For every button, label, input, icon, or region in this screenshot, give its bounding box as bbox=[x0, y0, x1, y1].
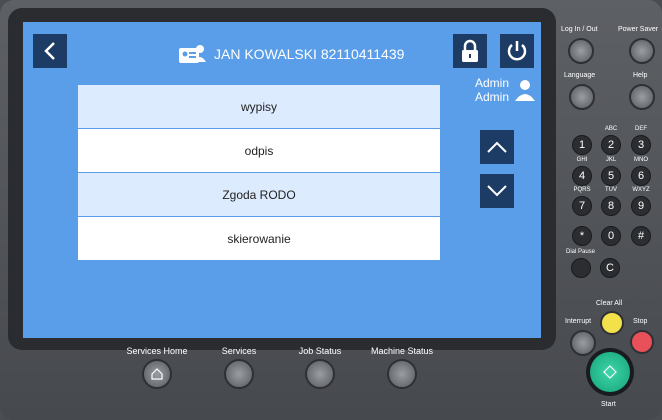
chevron-left-icon bbox=[44, 42, 55, 60]
home-icon bbox=[151, 368, 163, 380]
keypad-letters-label: GHI bbox=[576, 157, 588, 163]
keypad-key-5[interactable]: 5 bbox=[601, 166, 621, 186]
keypad-digit: 4 bbox=[578, 170, 586, 182]
user-name-label: JAN KOWALSKI 82110411439 bbox=[214, 46, 405, 62]
job-status-key[interactable]: Job Status bbox=[275, 346, 365, 389]
menu-item-skierowanie[interactable]: skierowanie bbox=[78, 217, 440, 260]
help-label: Help bbox=[633, 72, 648, 79]
services-home-key[interactable]: Services Home bbox=[112, 346, 202, 389]
menu-list: wypisy odpis Zgoda RODO skierowanie bbox=[78, 85, 440, 261]
keypad-key-hash[interactable]: # bbox=[631, 226, 651, 246]
interrupt-label: Interrupt bbox=[565, 318, 592, 325]
services-label: Services bbox=[221, 346, 257, 356]
keypad-letters-label: TUV bbox=[605, 187, 617, 193]
chevron-up-icon bbox=[487, 141, 507, 153]
machine-status-label: Machine Status bbox=[370, 346, 434, 356]
scroll-up-button[interactable] bbox=[480, 130, 514, 164]
machine-status-key[interactable]: Machine Status bbox=[357, 346, 447, 389]
keypad-key-7[interactable]: 7 bbox=[572, 196, 592, 216]
keypad-digit: # bbox=[637, 230, 645, 242]
keypad-digit: 0 bbox=[607, 230, 615, 242]
menu-item-zgoda-rodo[interactable]: Zgoda RODO bbox=[78, 173, 440, 216]
menu-item-label: skierowanie bbox=[227, 231, 291, 246]
admin-line-1: Admin bbox=[474, 76, 509, 90]
admin-indicator: Admin Admin bbox=[475, 76, 535, 104]
menu-item-wypisy[interactable]: wypisy bbox=[78, 85, 440, 128]
keypad-key-1[interactable]: 1 bbox=[572, 135, 592, 155]
login-label: Log In / Out bbox=[561, 26, 598, 33]
touch-screen: JAN KOWALSKI 82110411439 Admin Admin wyp… bbox=[23, 22, 541, 338]
interrupt-button[interactable] bbox=[570, 330, 596, 356]
keypad-letters-label: JKL bbox=[605, 157, 617, 163]
menu-item-label: wypisy bbox=[240, 99, 277, 114]
help-button[interactable] bbox=[629, 84, 655, 110]
keypad-key-4[interactable]: 4 bbox=[572, 166, 592, 186]
keypad-digit: 9 bbox=[637, 200, 645, 212]
keypad-key-2[interactable]: 2 bbox=[601, 135, 621, 155]
keypad-letters-label: DEF bbox=[635, 126, 647, 132]
keypad-digit: 8 bbox=[607, 200, 615, 212]
power-button[interactable] bbox=[500, 34, 534, 68]
menu-item-odpis[interactable]: odpis bbox=[78, 129, 440, 172]
keypad-key-star[interactable]: * bbox=[572, 226, 592, 246]
clear-all-label: Clear All bbox=[596, 300, 623, 307]
keypad-digit: 3 bbox=[637, 139, 645, 151]
c-key-label: C bbox=[606, 262, 614, 274]
lock-icon bbox=[462, 39, 478, 62]
scroll-down-button[interactable] bbox=[480, 174, 514, 208]
start-label: Start bbox=[601, 401, 616, 408]
keypad-letters-label: MNO bbox=[634, 157, 648, 163]
job-status-button[interactable] bbox=[305, 359, 335, 389]
keypad-key-3[interactable]: 3 bbox=[631, 135, 651, 155]
keypad-digit: 2 bbox=[607, 139, 615, 151]
keypad-key-9[interactable]: 9 bbox=[631, 196, 651, 216]
language-label: Language bbox=[564, 72, 596, 79]
keypad-letters-label: PQRS bbox=[573, 187, 591, 193]
keypad-digit: 1 bbox=[578, 139, 586, 151]
machine-status-button[interactable] bbox=[387, 359, 417, 389]
power-icon bbox=[507, 41, 527, 61]
keypad-digit: 6 bbox=[637, 170, 645, 182]
menu-item-label: odpis bbox=[244, 143, 274, 158]
keypad-digit: 7 bbox=[578, 200, 586, 212]
dial-pause-label: Dial Pause bbox=[566, 249, 596, 255]
user-icon bbox=[515, 80, 535, 101]
lock-button[interactable] bbox=[453, 34, 487, 68]
menu-item-label: Zgoda RODO bbox=[222, 187, 296, 202]
dial-pause-button[interactable] bbox=[571, 258, 591, 278]
keypad-letters-label: ABC bbox=[604, 126, 618, 132]
services-home-button[interactable] bbox=[142, 359, 172, 389]
keypad-digit: 5 bbox=[607, 170, 615, 182]
stop-label: Stop bbox=[633, 318, 648, 325]
admin-line-2: Admin bbox=[474, 90, 509, 104]
keypad-key-0[interactable]: 0 bbox=[601, 226, 621, 246]
services-home-label: Services Home bbox=[126, 346, 188, 356]
user-header: JAN KOWALSKI 82110411439 bbox=[178, 40, 404, 68]
id-card-icon bbox=[179, 45, 206, 63]
keypad-key-6[interactable]: 6 bbox=[631, 166, 651, 186]
power-saver-label: Power Saver bbox=[618, 26, 659, 33]
printer-panel: JAN KOWALSKI 82110411439 Admin Admin wyp… bbox=[0, 0, 662, 420]
start-button[interactable] bbox=[590, 352, 630, 392]
services-button[interactable] bbox=[224, 359, 254, 389]
back-button[interactable] bbox=[33, 34, 67, 68]
job-status-label: Job Status bbox=[298, 346, 342, 356]
power-saver-button[interactable] bbox=[629, 38, 655, 64]
language-button[interactable] bbox=[569, 84, 595, 110]
keypad-letters-label: WXYZ bbox=[632, 187, 650, 193]
start-diamond-icon bbox=[603, 365, 617, 379]
keypad-digit: * bbox=[579, 230, 585, 242]
chevron-down-icon bbox=[487, 185, 507, 197]
clear-c-button[interactable]: C bbox=[600, 258, 620, 278]
clear-all-button[interactable] bbox=[600, 311, 624, 335]
services-key[interactable]: Services bbox=[194, 346, 284, 389]
stop-button[interactable] bbox=[630, 330, 654, 354]
login-button[interactable] bbox=[568, 38, 594, 64]
keypad-key-8[interactable]: 8 bbox=[601, 196, 621, 216]
